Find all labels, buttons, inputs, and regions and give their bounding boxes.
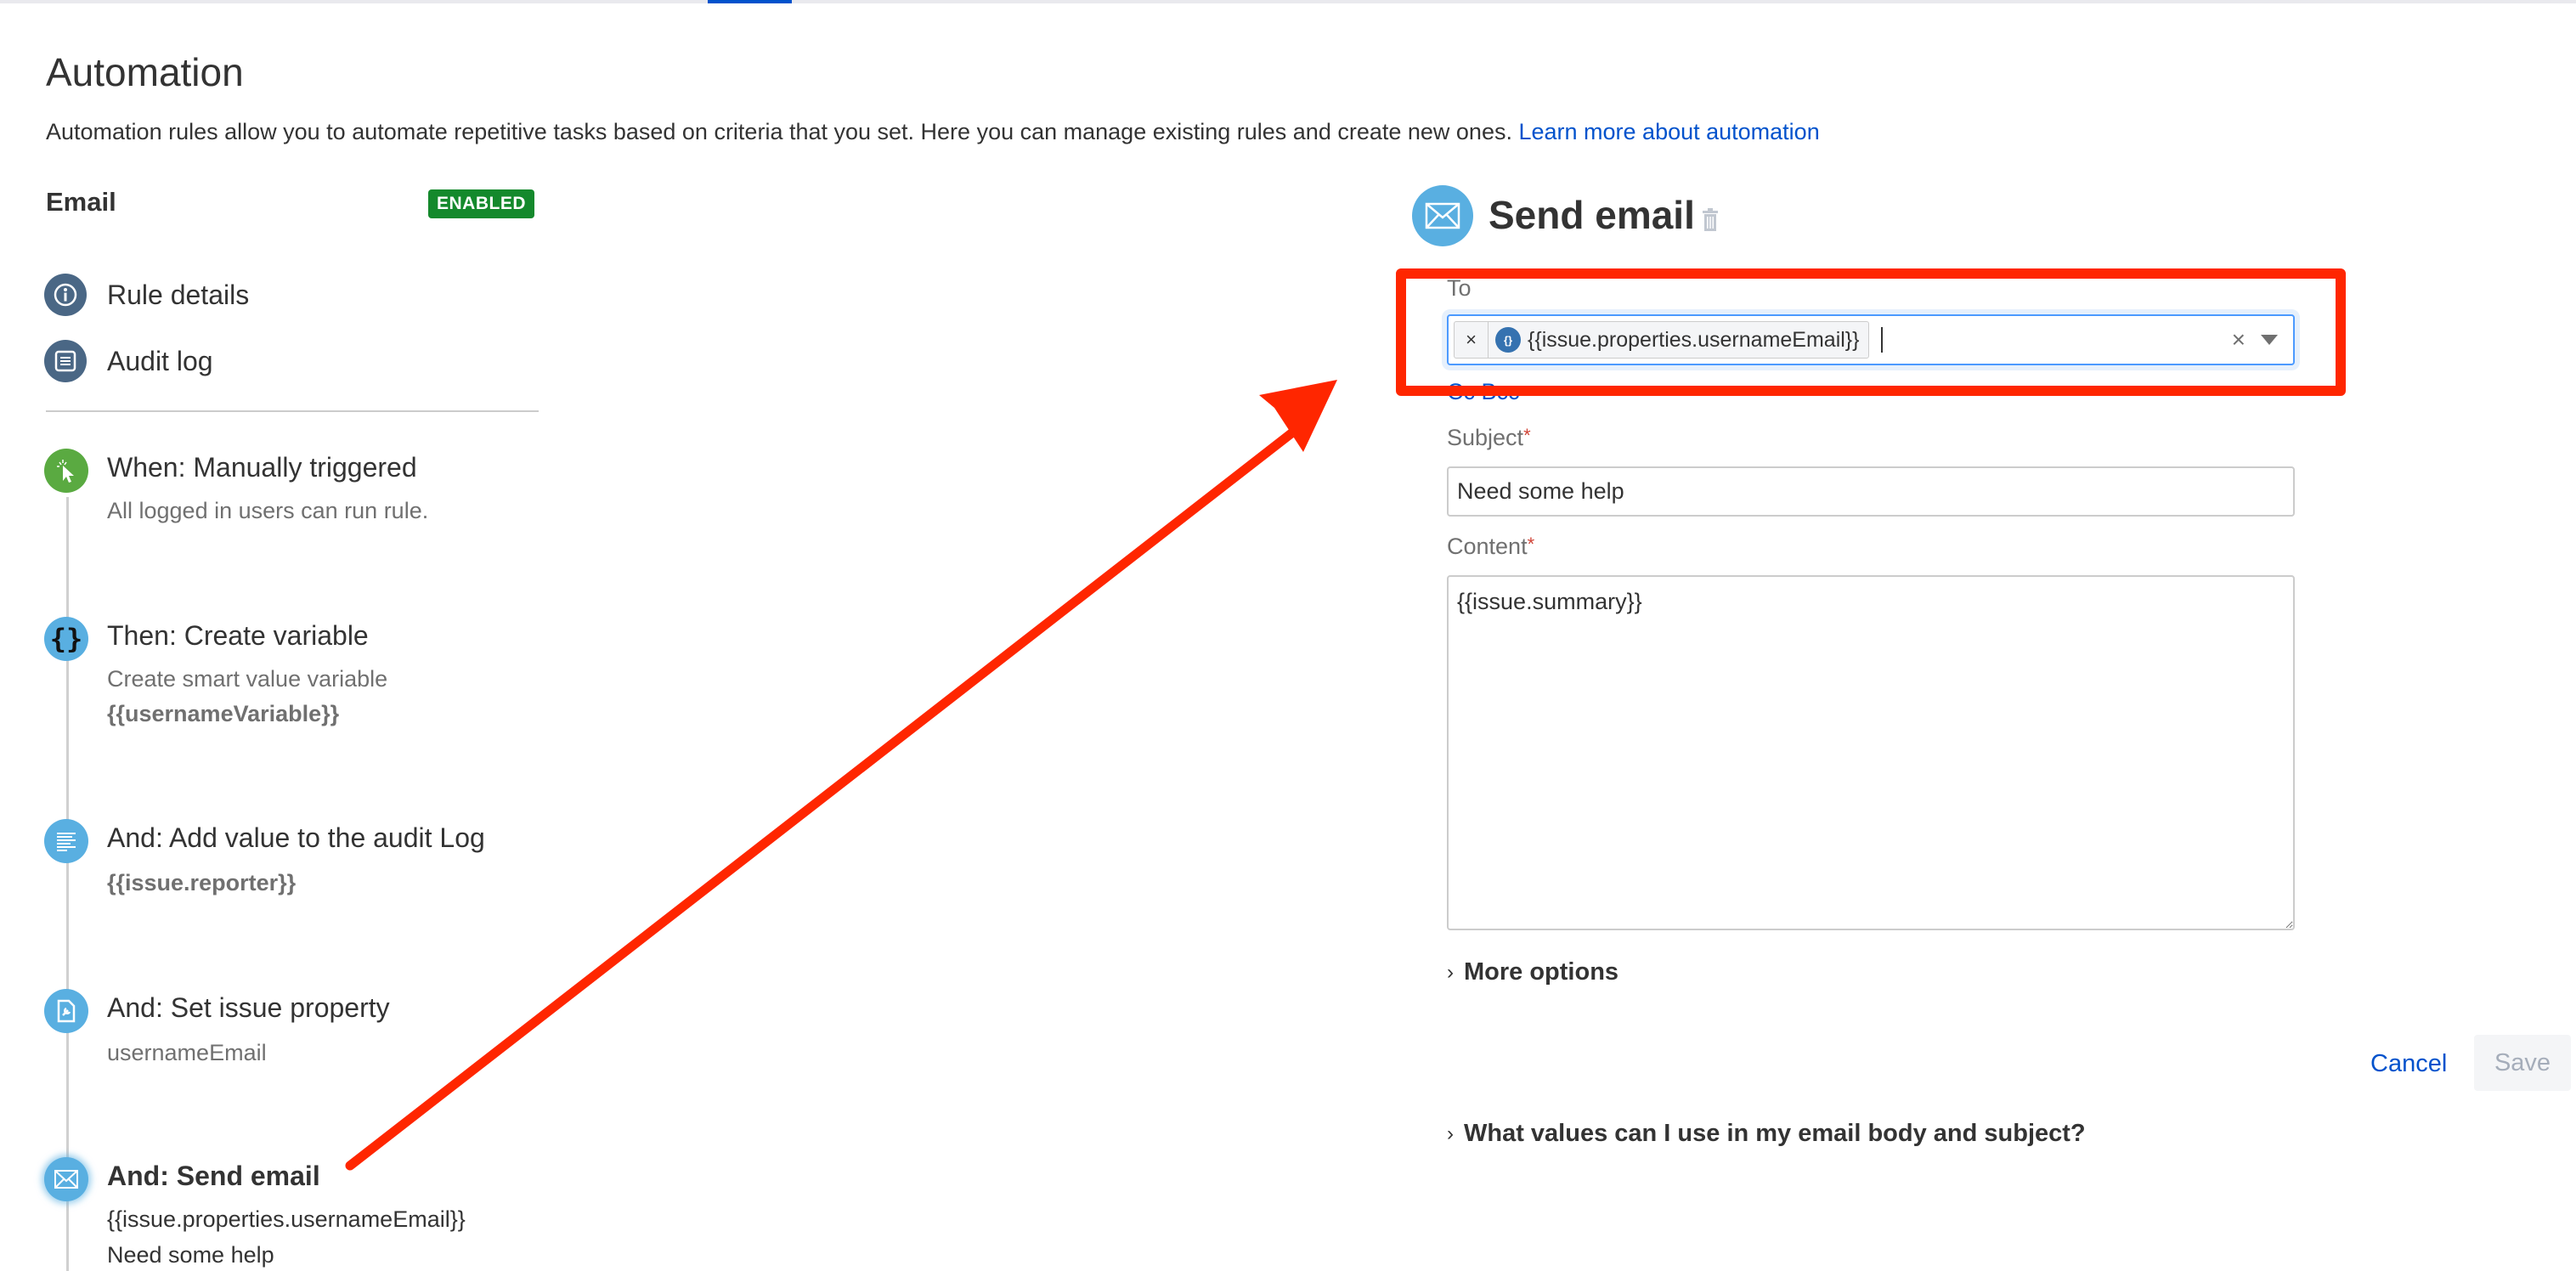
- learn-more-link[interactable]: Learn more about automation: [1518, 119, 1819, 144]
- step-detail: Create smart value variable: [107, 666, 388, 692]
- section-divider: [46, 410, 539, 412]
- content-label: Content*: [1447, 534, 1534, 560]
- to-label: To: [1447, 275, 1472, 301]
- more-options-label: More options: [1464, 958, 1619, 986]
- cc-bcc-link[interactable]: Cc Bcc: [1447, 379, 1520, 405]
- remove-chip-button[interactable]: ×: [1455, 322, 1489, 358]
- help-values-toggle[interactable]: › What values can I use in my email body…: [1447, 1120, 2086, 1148]
- svg-text:{}: {}: [50, 624, 83, 654]
- description-text: Automation rules allow you to automate r…: [46, 119, 1512, 144]
- recipient-chip: × {} {{issue.properties.usernameEmail}}: [1454, 321, 1869, 359]
- step-title: When: Manually triggered: [107, 452, 417, 483]
- cancel-button[interactable]: Cancel: [2370, 1050, 2447, 1078]
- envelope-icon: [1412, 185, 1473, 246]
- nav-item-rule-details[interactable]: Rule details: [44, 274, 249, 316]
- subject-input[interactable]: [1447, 466, 2295, 517]
- list-icon: [44, 340, 87, 382]
- issue-property-icon: [44, 989, 88, 1033]
- step-title: And: Set issue property: [107, 992, 390, 1023]
- trash-icon[interactable]: [1701, 207, 1720, 233]
- info-icon: [44, 274, 87, 316]
- chevron-down-icon[interactable]: [2261, 335, 2278, 345]
- nav-item-audit-log[interactable]: Audit log: [44, 340, 213, 382]
- step-detail: {{issue.reporter}}: [107, 870, 297, 895]
- page-description: Automation rules allow you to automate r…: [46, 119, 1820, 145]
- help-values-label: What values can I use in my email body a…: [1464, 1120, 2086, 1147]
- cursor-click-icon: [44, 449, 88, 493]
- step-detail: usernameEmail: [107, 1040, 267, 1065]
- active-tab-indicator: [708, 0, 792, 3]
- braces-icon: {}: [44, 617, 88, 661]
- step-variable-name: {{usernameVariable}}: [107, 701, 340, 726]
- audit-log-icon: [44, 819, 88, 863]
- chevron-right-icon: ›: [1447, 1121, 1454, 1145]
- content-textarea[interactable]: {{issue.summary}}: [1447, 575, 2295, 930]
- nav-label: Audit log: [107, 345, 213, 376]
- save-button[interactable]: Save: [2474, 1035, 2571, 1091]
- text-caret: [1880, 327, 1883, 353]
- step-detail: All logged in users can run rule.: [107, 498, 429, 523]
- status-badge: ENABLED: [428, 189, 535, 218]
- content-label-text: Content: [1447, 534, 1528, 559]
- page-title: Automation: [46, 50, 244, 94]
- timeline-connector: [66, 497, 69, 1271]
- chevron-right-icon: ›: [1447, 960, 1454, 984]
- subject-label-text: Subject: [1447, 425, 1524, 450]
- subject-label: Subject*: [1447, 425, 1531, 451]
- panel-title: Send email: [1489, 193, 1695, 237]
- required-mark: *: [1523, 425, 1531, 446]
- rule-name: Email: [46, 187, 116, 217]
- clear-icon[interactable]: ×: [2232, 326, 2246, 353]
- envelope-icon: [44, 1157, 88, 1201]
- step-title: And: Add value to the audit Log: [107, 822, 485, 853]
- step-recipient: {{issue.properties.usernameEmail}}: [107, 1206, 466, 1232]
- nav-label: Rule details: [107, 279, 250, 310]
- step-subject: Need some help: [107, 1242, 274, 1268]
- step-title: And: Send email: [107, 1161, 320, 1191]
- smart-value-icon: {}: [1495, 327, 1521, 353]
- step-title: Then: Create variable: [107, 620, 369, 651]
- chip-text: {{issue.properties.usernameEmail}}: [1528, 327, 1860, 352]
- to-recipients-input[interactable]: × {} {{issue.properties.usernameEmail}} …: [1447, 314, 2295, 365]
- more-options-toggle[interactable]: › More options: [1447, 958, 1618, 986]
- top-nav-bar: [0, 0, 2576, 3]
- required-mark: *: [1527, 534, 1535, 555]
